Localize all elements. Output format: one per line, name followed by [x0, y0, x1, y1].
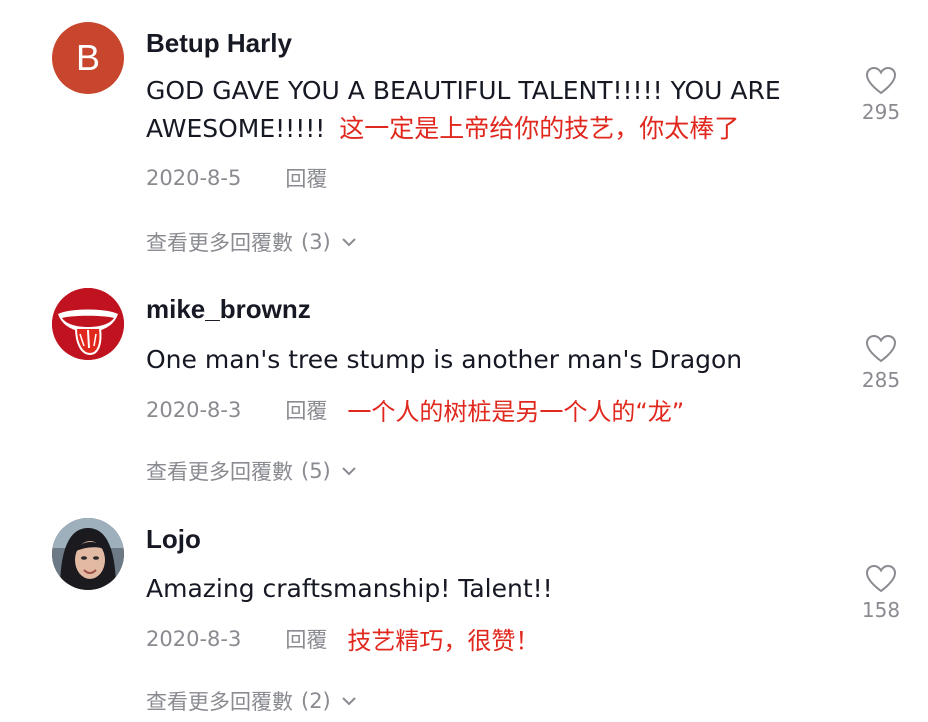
view-more-replies-label: 查看更多回覆數 — [146, 460, 293, 484]
view-more-replies-label: 查看更多回覆數 — [146, 690, 293, 714]
heart-outline-icon[interactable] — [865, 564, 897, 594]
heart-outline-icon[interactable] — [865, 334, 897, 364]
view-more-replies-label: 查看更多回覆數 — [146, 231, 293, 255]
like-count: 295 — [861, 100, 901, 124]
reply-button[interactable]: 回覆 — [285, 395, 327, 425]
like-count: 285 — [861, 368, 901, 392]
comment-translation: 技艺精巧，很赞！ — [347, 627, 540, 655]
chevron-down-icon — [342, 467, 356, 476]
username[interactable]: Lojo — [146, 524, 201, 555]
comment-text: GOD GAVE YOU A BEAUTIFUL TALENT!!!!! YOU… — [146, 72, 826, 148]
replies-count: (2) — [301, 689, 331, 713]
like-group: 158 — [856, 564, 906, 622]
chevron-down-icon — [342, 238, 356, 247]
replies-count: (5) — [301, 459, 331, 483]
chevron-down-icon — [342, 697, 356, 706]
comment-meta: 2020-8-5 回覆 — [146, 163, 327, 193]
username[interactable]: mike_brownz — [146, 294, 311, 325]
user-photo-icon — [52, 518, 124, 590]
comment-text: One man's tree stump is another man's Dr… — [146, 341, 826, 379]
heart-outline-icon[interactable] — [865, 66, 897, 96]
reply-button[interactable]: 回覆 — [285, 163, 327, 193]
comment-meta: 2020-8-3 回覆 一个人的树桩是另一个人的“龙” — [146, 392, 684, 427]
view-more-replies-button[interactable]: 查看更多回覆數 (5) — [146, 456, 357, 486]
avatar[interactable]: B — [52, 22, 124, 94]
replies-count: (3) — [301, 230, 331, 254]
comment-date: 2020-8-5 — [146, 166, 242, 190]
like-group: 285 — [856, 334, 906, 392]
avatar-letter: B — [75, 37, 100, 78]
comment-date: 2020-8-3 — [146, 626, 242, 651]
comment-translation: 这一定是上帝给你的技艺，你太棒了 — [339, 114, 740, 143]
comment-meta: 2020-8-3 回覆 技艺精巧，很赞！ — [146, 621, 539, 656]
avatar[interactable] — [52, 518, 124, 590]
tongue-logo-icon — [52, 288, 124, 360]
comment-original-text: One man's tree stump is another man's Dr… — [146, 345, 743, 374]
username[interactable]: Betup Harly — [146, 28, 292, 59]
reply-button[interactable]: 回覆 — [285, 624, 327, 654]
comment-translation: 一个人的树桩是另一个人的“龙” — [347, 398, 685, 426]
view-more-replies-button[interactable]: 查看更多回覆數 (3) — [146, 227, 357, 257]
comment-original-text: Amazing craftsmanship! Talent!! — [146, 574, 553, 603]
comment-text: Amazing craftsmanship! Talent!! — [146, 570, 826, 608]
comment-date: 2020-8-3 — [146, 397, 242, 422]
like-group: 295 — [856, 66, 906, 124]
like-count: 158 — [861, 598, 901, 622]
view-more-replies-button[interactable]: 查看更多回覆數 (2) — [146, 686, 357, 716]
avatar[interactable] — [52, 288, 124, 360]
